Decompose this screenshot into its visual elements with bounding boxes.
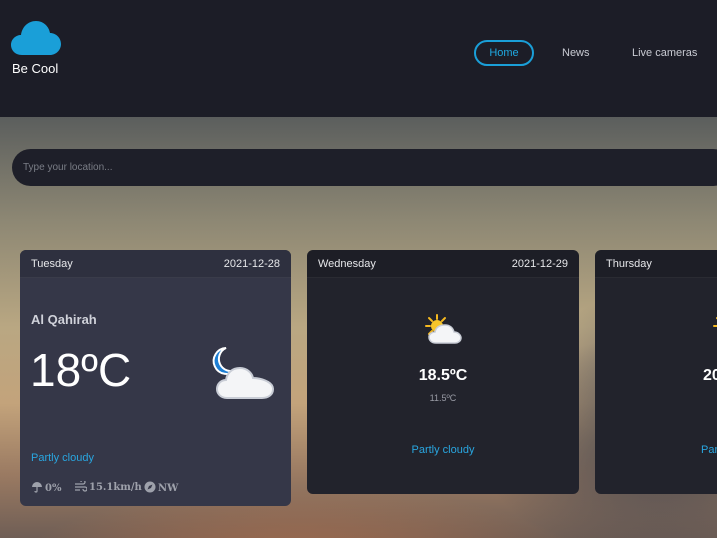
logo[interactable]: Be Cool [10, 19, 66, 79]
card-date: 2021-12-29 [511, 258, 568, 270]
night-partly-cloudy-icon [210, 346, 278, 407]
precipitation-stat: 0% [31, 481, 61, 494]
current-temperature: 18ºC [30, 344, 132, 396]
nav-home[interactable]: Home [474, 40, 534, 66]
wind-speed-value: 15.1km/h [89, 482, 142, 493]
logo-text: Be Cool [12, 61, 59, 76]
card-day: Wednesday [318, 258, 376, 270]
cloud-icon [11, 21, 61, 55]
wind-speed-stat: 15.1km/h [74, 479, 142, 493]
condition-text: Par [701, 444, 717, 456]
low-temperature: 11.5ºC [429, 393, 457, 403]
high-temperature: 18.5ºC [418, 367, 468, 384]
site-header: Be Cool Home News Live cameras [0, 0, 717, 117]
forecast-card-day: Thursday 20 Par [595, 250, 717, 494]
condition-text: Partly cloudy [31, 452, 94, 464]
location-search-input[interactable]: Type your location... [12, 149, 717, 186]
compass-icon [144, 481, 156, 493]
high-temperature: 20 [703, 367, 717, 384]
nav-news[interactable]: News [562, 40, 590, 66]
nav-live-cameras[interactable]: Live cameras [632, 40, 697, 66]
card-date: 2021-12-28 [223, 258, 280, 270]
umbrella-icon [32, 482, 42, 493]
card-day: Thursday [606, 258, 652, 270]
city-name: Al Qahirah [31, 312, 97, 327]
condition-text: Partly cloudy [411, 444, 475, 456]
wind-icon [75, 479, 88, 492]
card-header: Wednesday 2021-12-29 [307, 250, 579, 278]
card-day: Tuesday [31, 258, 73, 270]
sun-behind-cloud-icon [423, 314, 463, 351]
forecast-card-day: Wednesday 2021-12-29 18.5ºC 11.5ºC Partl… [307, 250, 579, 494]
wind-direction-value: NW [158, 483, 179, 494]
forecast-card-today: Tuesday 2021-12-28 Al Qahirah 18ºC Partl… [20, 250, 291, 506]
wind-direction-stat: NW [144, 481, 178, 494]
sun-behind-cloud-icon [711, 314, 717, 351]
card-header: Tuesday 2021-12-28 [20, 250, 291, 278]
card-header: Thursday [595, 250, 717, 278]
precipitation-value: 0% [45, 483, 62, 494]
